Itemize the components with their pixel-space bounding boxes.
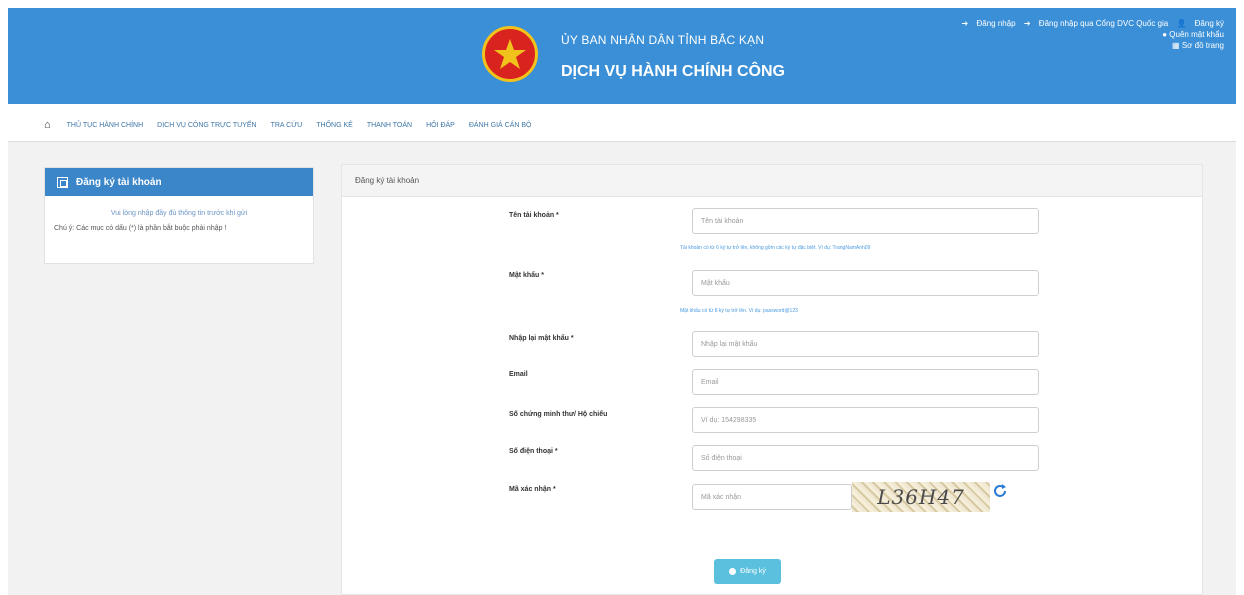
confirm-password-label: Nhập lại mật khẩu * bbox=[509, 335, 574, 342]
confirm-password-input[interactable]: Nhập lại mật khẩu bbox=[692, 331, 1039, 357]
refresh-captcha-icon[interactable] bbox=[992, 483, 1008, 499]
email-input[interactable]: Email bbox=[692, 369, 1039, 395]
form-title: Đăng ký tài khoản bbox=[342, 165, 1202, 197]
register-button[interactable]: Đăng ký bbox=[714, 559, 781, 584]
username-input[interactable]: Tên tài khoản bbox=[692, 208, 1039, 234]
nav-item-procedures[interactable]: THỦ TỤC HÀNH CHÍNH bbox=[67, 122, 143, 129]
captcha-image: L36H47 bbox=[852, 482, 990, 512]
register-icon bbox=[57, 176, 68, 188]
register-form-panel: Đăng ký tài khoản Tên tài khoản * Tên tà… bbox=[341, 164, 1203, 595]
agency-name: ỦY BAN NHÂN DÂN TỈNH BẮC KẠN bbox=[561, 33, 765, 47]
login-link[interactable]: ➔ Đăng nhập bbox=[962, 19, 1016, 28]
nav-item-online-services[interactable]: DỊCH VỤ CÔNG TRỰC TUYẾN bbox=[157, 122, 256, 129]
phone-label: Số điện thoại * bbox=[509, 448, 558, 455]
register-link[interactable]: 👤 Đăng ký bbox=[1176, 19, 1224, 28]
nav-divider bbox=[8, 141, 1236, 142]
sidebar-title: Đăng ký tài khoản bbox=[76, 176, 162, 188]
id-number-input[interactable]: Ví dụ: 154298335 bbox=[692, 407, 1039, 433]
main-nav: ⌂ THỦ TỤC HÀNH CHÍNH DỊCH VỤ CÔNG TRỰC T… bbox=[44, 112, 545, 138]
emblem-logo bbox=[482, 26, 538, 82]
captcha-input[interactable]: Mã xác nhận bbox=[692, 484, 852, 510]
sitemap-link[interactable]: ▦ Sơ đồ trang bbox=[956, 40, 1224, 51]
user-icon bbox=[729, 568, 737, 575]
register-button-label: Đăng ký bbox=[740, 568, 766, 575]
nav-item-payment[interactable]: THANH TOÁN bbox=[367, 122, 412, 129]
site-header: ỦY BAN NHÂN DÂN TỈNH BẮC KẠN DỊCH VỤ HÀN… bbox=[8, 8, 1236, 104]
password-input[interactable]: Mật khẩu bbox=[692, 270, 1039, 296]
login-portal-link[interactable]: ➔ Đăng nhập qua Cổng DVC Quốc gia bbox=[1024, 19, 1168, 28]
sidebar-note: Chú ý: Các mục có dấu (*) là phần bắt bu… bbox=[54, 225, 227, 232]
nav-item-qa[interactable]: HỎI ĐÁP bbox=[426, 122, 455, 129]
sidebar-panel: Đăng ký tài khoản Vui lòng nhập đầy đủ t… bbox=[44, 167, 314, 264]
service-title: DỊCH VỤ HÀNH CHÍNH CÔNG bbox=[561, 63, 785, 80]
email-label: Email bbox=[509, 371, 528, 378]
nav-item-evaluation[interactable]: ĐÁNH GIÁ CÁN BỘ bbox=[469, 122, 532, 129]
password-hint: Mật khẩu có từ 8 ký tự trở lên. Ví dụ: p… bbox=[680, 308, 798, 314]
sidebar-header: Đăng ký tài khoản bbox=[45, 168, 313, 196]
id-number-label: Số chứng minh thư/ Hộ chiếu bbox=[509, 411, 608, 418]
forgot-password-link[interactable]: ● Quên mật khẩu bbox=[956, 29, 1224, 40]
nav-item-lookup[interactable]: TRA CỨU bbox=[271, 122, 303, 129]
home-icon[interactable]: ⌂ bbox=[44, 119, 51, 131]
header-links: ➔ Đăng nhập ➔ Đăng nhập qua Cổng DVC Quố… bbox=[956, 18, 1224, 51]
username-label: Tên tài khoản * bbox=[509, 212, 559, 219]
phone-input[interactable]: Số điện thoại bbox=[692, 445, 1039, 471]
username-hint: Tài khoản có từ 6 ký tự trở lên, không g… bbox=[680, 245, 871, 251]
password-label: Mật khẩu * bbox=[509, 272, 545, 279]
captcha-label: Mã xác nhận * bbox=[509, 486, 556, 493]
sidebar-instruction: Vui lòng nhập đầy đủ thông tin trước khi… bbox=[110, 210, 248, 217]
nav-item-statistics[interactable]: THỐNG KÊ bbox=[316, 122, 353, 129]
